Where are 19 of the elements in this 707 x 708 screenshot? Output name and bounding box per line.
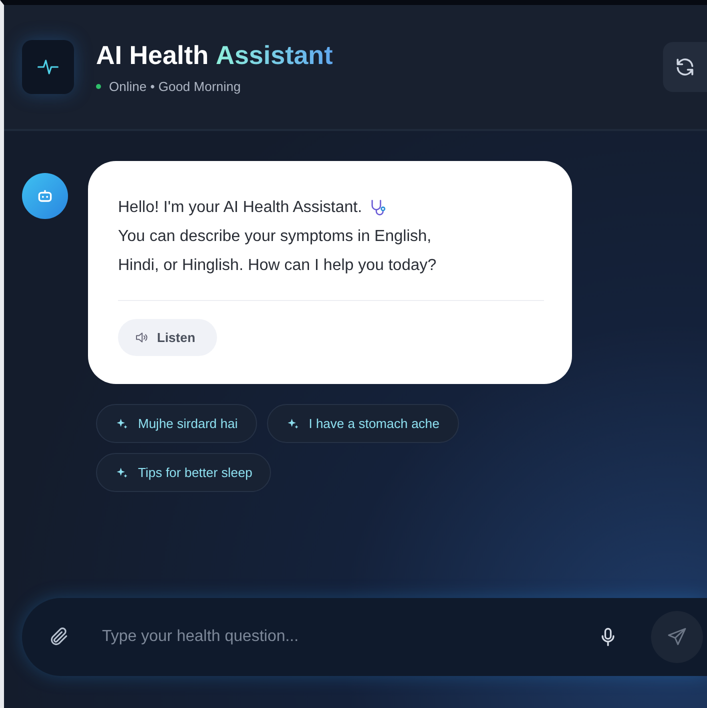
speaker-icon: [134, 330, 149, 345]
message-text: You can describe your symptoms in English, Hindi, or Hinglish. How can I help you today?: [118, 227, 438, 276]
suggestion-chip[interactable]: Tips for better sleep: [96, 453, 272, 492]
message-text: Hello! I'm your AI Health Assistant.: [118, 198, 362, 218]
refresh-icon: [674, 56, 696, 78]
status-text: Online • Good Morning: [109, 79, 241, 94]
listen-button[interactable]: Listen: [118, 319, 218, 356]
app-title: AI Health: [96, 40, 209, 71]
send-icon: [666, 626, 688, 648]
refresh-button[interactable]: [663, 42, 707, 92]
app-logo: [22, 40, 74, 94]
suggestion-chip[interactable]: Mujhe sirdard hai: [96, 404, 257, 443]
sparkle-icon: [115, 466, 129, 480]
sparkle-icon: [286, 416, 300, 430]
sparkle-icon: [115, 416, 129, 430]
status-dot-icon: [96, 84, 101, 89]
bot-avatar-icon: [22, 173, 68, 219]
message-input[interactable]: Type your health question...: [22, 598, 707, 676]
suggestion-chip[interactable]: I have a stomach ache: [266, 404, 459, 443]
